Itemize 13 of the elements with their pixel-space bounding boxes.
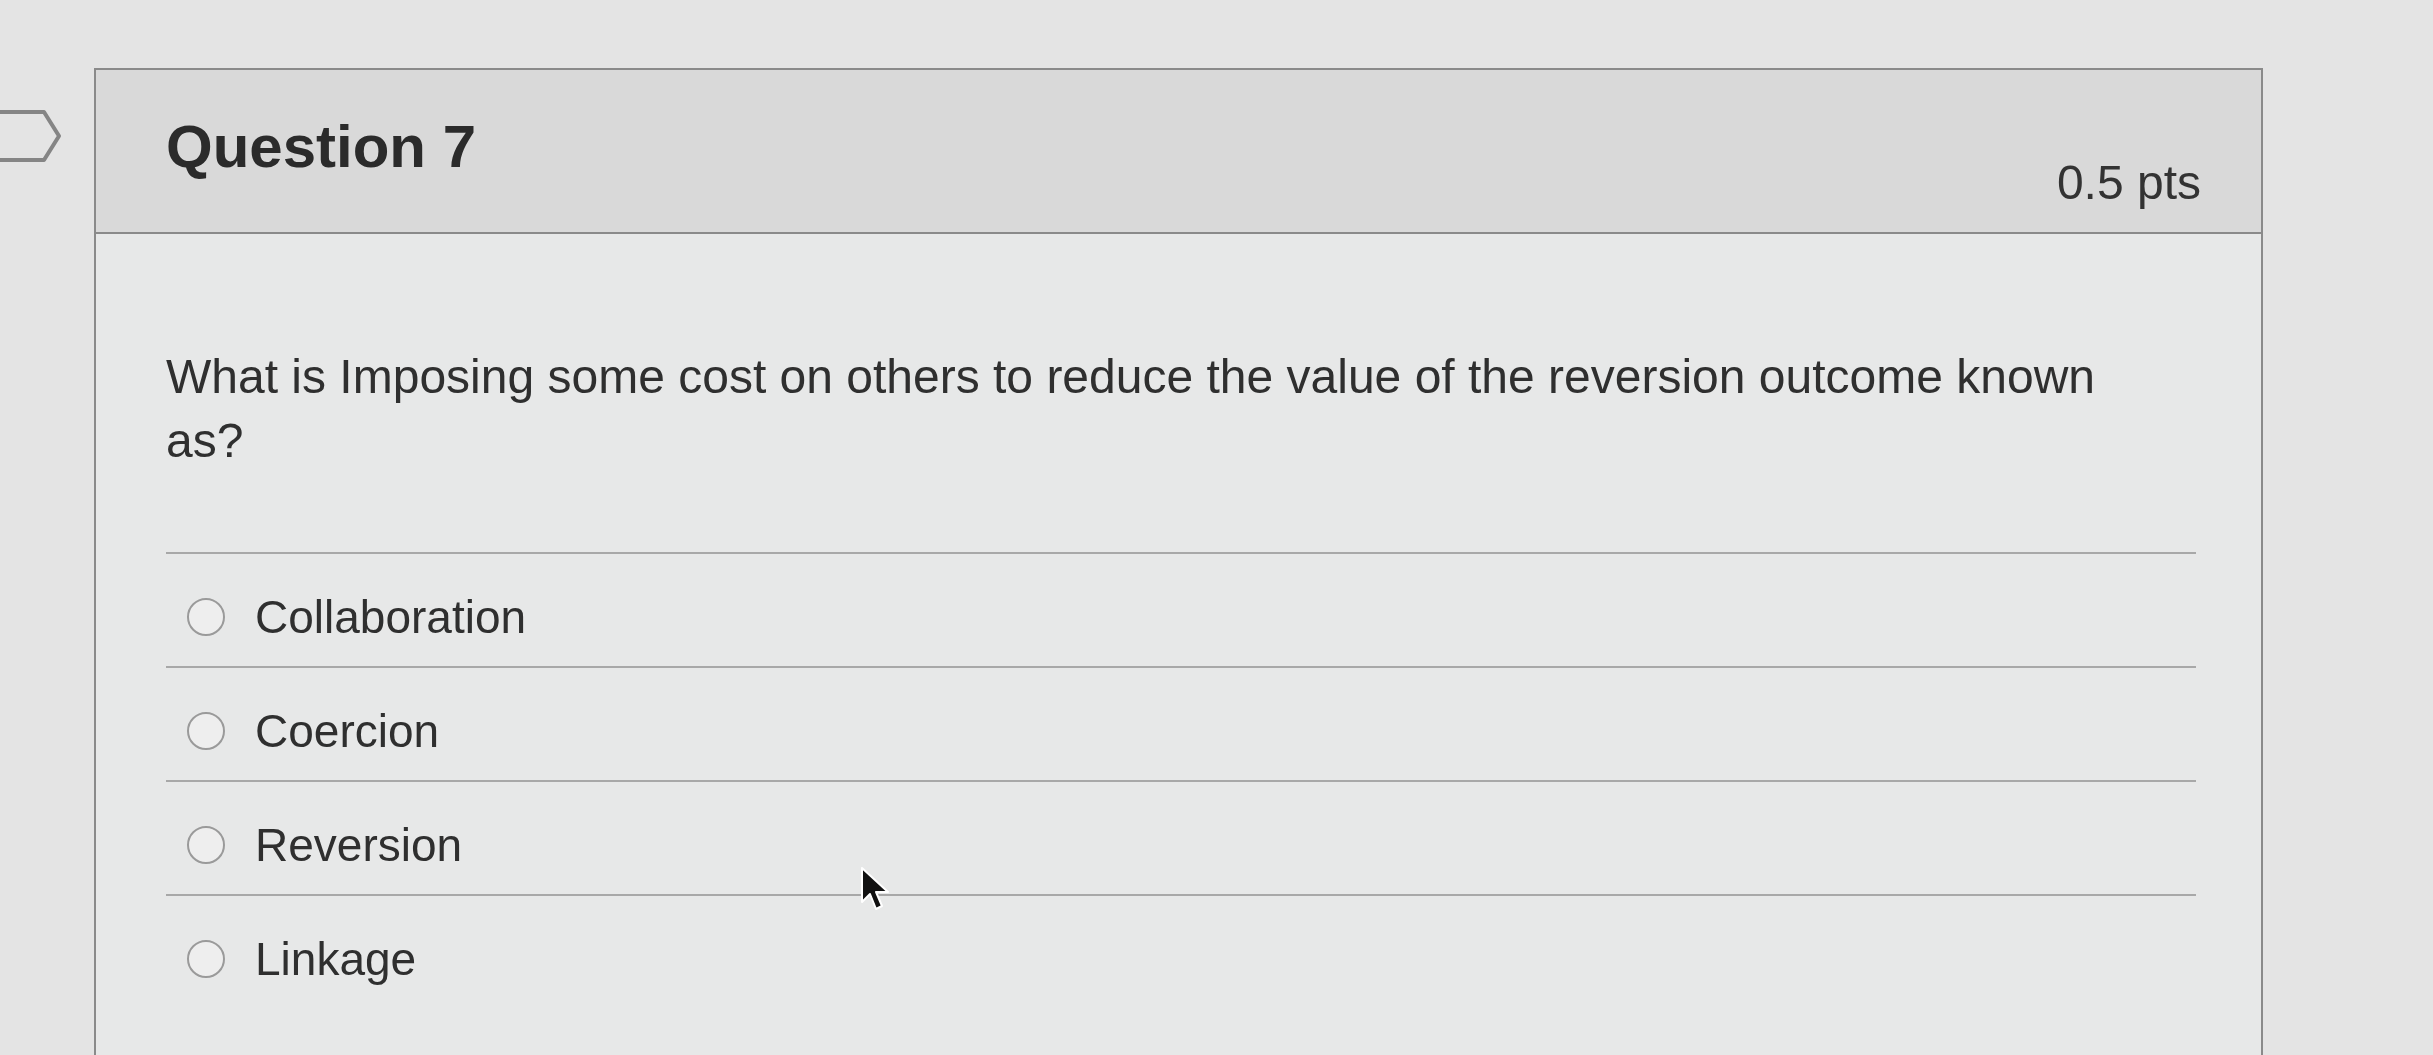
radio-button[interactable]: [187, 940, 225, 978]
question-title: Question 7: [166, 112, 477, 182]
answer-label[interactable]: Reversion: [255, 817, 463, 873]
mouse-pointer-icon: [860, 866, 890, 912]
answer-label[interactable]: Linkage: [255, 931, 417, 987]
points-label: 0.5 pts: [2056, 155, 2201, 211]
question-text: What is Imposing some cost on others to reduce the value of the reversion outcome known as?: [166, 349, 2096, 469]
radio-button[interactable]: [187, 598, 225, 636]
radio-button[interactable]: [187, 826, 225, 864]
answer-label[interactable]: Collaboration: [255, 589, 527, 645]
radio-button[interactable]: [187, 712, 225, 750]
tag-icon[interactable]: [0, 109, 62, 163]
answer-label[interactable]: Coercion: [255, 703, 440, 759]
